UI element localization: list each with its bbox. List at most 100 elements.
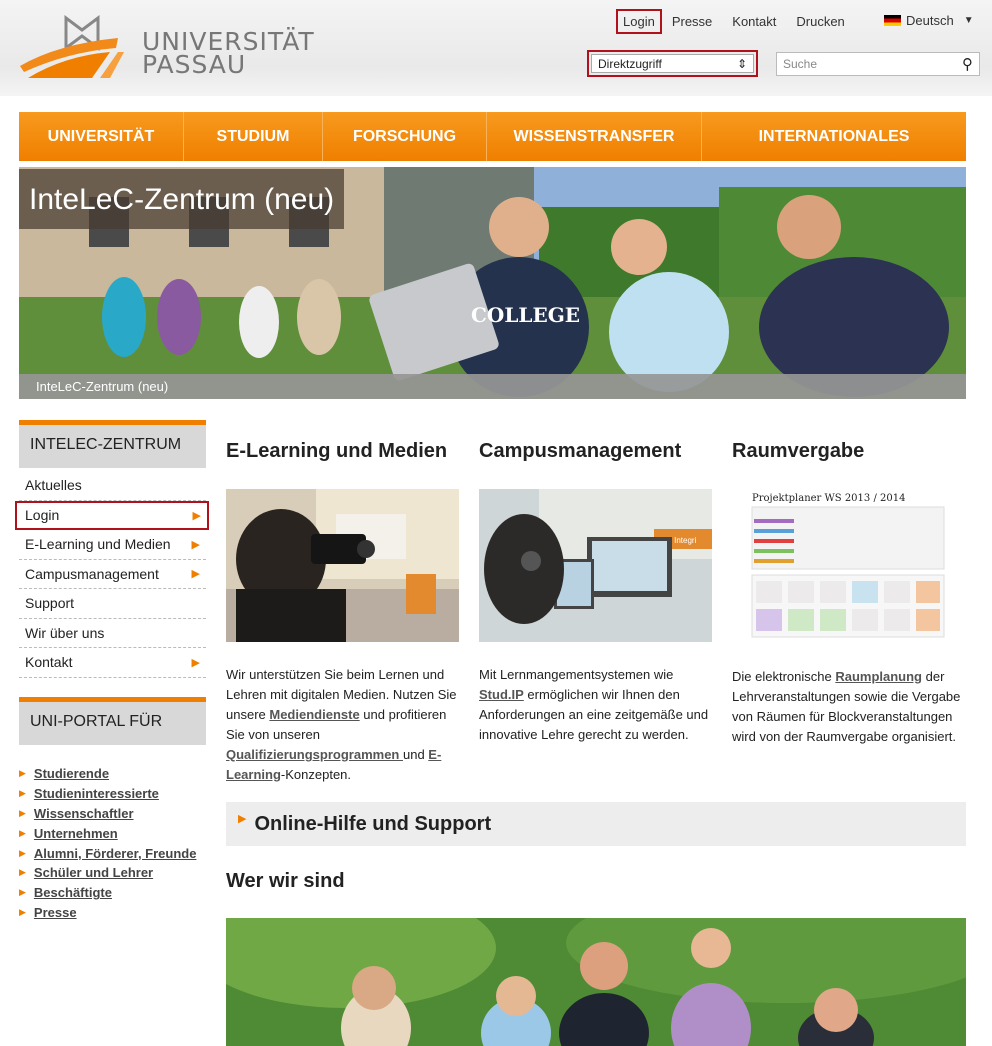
nav-forschung[interactable]: Forschung: [323, 112, 487, 161]
raum-title[interactable]: Raumvergabe: [732, 440, 864, 463]
presse-link[interactable]: Presse: [672, 14, 712, 29]
portal-link-studieninteressierte[interactable]: Studieninteressierte: [34, 786, 159, 801]
search-icon[interactable]: ⚲: [962, 55, 973, 73]
caret-right-icon: ▶: [19, 768, 26, 779]
sidebar-item-campusmanagement[interactable]: Campusmanagement ▶: [19, 560, 206, 589]
campus-text: Mit Lernmangementsystemen wie Stud.IP er…: [479, 665, 714, 745]
portal-link-beschaeftigte[interactable]: Beschäftigte: [34, 885, 112, 900]
text-span: Mit Lernmangementsystemen wie: [479, 667, 674, 682]
logo-line2: PASSAU: [142, 50, 247, 79]
portal-link-item: ▶ Beschäftigte: [19, 883, 209, 903]
raum-image[interactable]: Projektplaner WS 2013 / 2014: [732, 489, 965, 642]
elearning-image[interactable]: [226, 489, 459, 642]
online-help-bar[interactable]: ▶ Online-Hilfe und Support: [226, 802, 966, 846]
nav-studium[interactable]: Studium: [184, 112, 323, 161]
sidebar-item-label: Campusmanagement: [25, 565, 159, 582]
caret-right-icon: ▶: [19, 847, 26, 858]
portal-link-item: ▶ Wissenschaftler: [19, 804, 209, 824]
caret-right-icon: ▶: [19, 788, 26, 799]
text-span: und: [402, 747, 429, 762]
drucken-link[interactable]: Drucken: [796, 14, 844, 29]
sidebar-heading: INTELEC-ZENTRUM: [19, 420, 206, 468]
portal-link-item: ▶ Studieninteressierte: [19, 784, 209, 804]
sidebar-item-label: Support: [25, 595, 75, 612]
portal-links: ▶ Studierende ▶ Studieninteressierte ▶ Wiss…: [19, 764, 209, 922]
direktzugriff-label: Direktzugriff: [598, 56, 662, 71]
university-logo[interactable]: UNIVERSITÄT PASSAU: [18, 8, 314, 82]
wer-wir-sind-heading: Wer wir sind: [226, 870, 345, 892]
sidebar-item-wir-ueber-uns[interactable]: Wir über uns: [19, 619, 206, 648]
team-photo: [226, 918, 966, 1046]
login-link[interactable]: Login: [616, 8, 662, 34]
sidebar-item-label: E-Learning und Medien: [25, 536, 171, 553]
caret-right-icon: ▶: [19, 867, 26, 878]
studip-link[interactable]: Stud.IP: [479, 687, 524, 702]
portal-heading: UNI-PORTAL FÜR: [19, 697, 206, 745]
caret-right-icon: ▶: [19, 887, 26, 898]
german-flag-icon: [884, 15, 901, 26]
computer-user-photo: Der Integri: [479, 489, 712, 642]
campus-title[interactable]: Campusmanagement: [479, 440, 681, 463]
logo-wordmark: UNIVERSITÄT PASSAU: [142, 29, 315, 79]
portal-link-studierende[interactable]: Studierende: [34, 766, 109, 781]
hero-caption: InteLeC-Zentrum (neu): [19, 374, 966, 399]
nav-internationales[interactable]: Internationales: [702, 112, 966, 161]
portal-link-schueler[interactable]: Schüler und Lehrer: [34, 865, 153, 880]
camera-operator-photo: [226, 489, 459, 642]
portal-link-unternehmen[interactable]: Unternehmen: [34, 826, 118, 841]
raum-text: Die elektronische Raumplanung der Lehrve…: [732, 667, 967, 747]
sidebar-item-elearning[interactable]: E-Learning und Medien ▶: [19, 530, 206, 560]
site-header: UNIVERSITÄT PASSAU Login Presse Kontakt …: [0, 0, 992, 96]
campus-image[interactable]: Der Integri: [479, 489, 712, 642]
elearning-title[interactable]: E-Learning und Medien: [226, 440, 447, 463]
nav-universitaet[interactable]: Universität: [19, 112, 184, 161]
portal-link-presse[interactable]: Presse: [34, 905, 77, 920]
planner-title: Projektplaner WS 2013 / 2014: [752, 493, 905, 504]
language-selector[interactable]: Deutsch ▼: [884, 13, 974, 28]
mediendienste-link[interactable]: Mediendienste: [269, 707, 359, 722]
direktzugriff-select[interactable]: Direktzugriff ⇕: [591, 54, 754, 73]
portal-link-item: ▶ Studierende: [19, 764, 209, 784]
main-nav: Universität Studium Forschung Wissenstra…: [19, 112, 966, 161]
sidebar-menu: Aktuelles Login ▶ E-Learning und Medien ▶ …: [15, 471, 209, 678]
hero-title: InteLeC-Zentrum (neu): [19, 169, 345, 229]
sidebar-item-support[interactable]: Support: [19, 589, 206, 619]
team-group-photo: [226, 918, 966, 1046]
portal-link-item: ▶ Alumni, Förderer, Freunde: [19, 843, 209, 863]
caret-right-icon: ▶: [191, 538, 200, 551]
select-arrows-icon: ⇕: [736, 56, 747, 71]
sidebar-item-aktuelles[interactable]: Aktuelles: [19, 471, 206, 501]
qualifizierung-link[interactable]: Qualifizierungsprogrammen: [226, 747, 403, 762]
caret-right-icon: ▶: [238, 812, 247, 825]
raumplanung-link[interactable]: Raumplanung: [835, 669, 922, 684]
portal-link-alumni[interactable]: Alumni, Förderer, Freunde: [34, 846, 197, 861]
elearning-text: Wir unterstützen Sie beim Lernen und Leh…: [226, 665, 461, 785]
nav-wissenstransfer[interactable]: Wissenstransfer: [487, 112, 702, 161]
portal-link-wissenschaftler[interactable]: Wissenschaftler: [34, 806, 134, 821]
sidebar-item-label: Aktuelles: [25, 477, 82, 494]
shirt-text: COLLEGE: [471, 303, 580, 327]
sidebar-item-label: Wir über uns: [25, 624, 105, 641]
text-span: -Konzepten.: [280, 767, 352, 782]
caret-right-icon: ▶: [19, 906, 26, 917]
language-label: Deutsch: [906, 13, 954, 28]
text-span: Die elektronische: [732, 669, 836, 684]
search-input[interactable]: Suche ⚲: [776, 52, 980, 76]
caret-right-icon: ▶: [191, 568, 200, 581]
chevron-down-icon: ▼: [963, 15, 974, 26]
hero-banner: COLLEGE InteLeC-Zentrum (neu) InteLeC-Ze…: [19, 167, 966, 399]
sidebar-item-label: Kontakt: [25, 654, 73, 671]
sidebar-item-login[interactable]: Login ▶: [15, 500, 209, 530]
search-placeholder: Suche: [783, 57, 818, 71]
caret-right-icon: ▶: [191, 656, 200, 669]
direktzugriff-select-frame: Direktzugriff ⇕: [587, 50, 758, 77]
kontakt-link[interactable]: Kontakt: [732, 14, 776, 29]
caret-right-icon: ▶: [19, 827, 26, 838]
online-help-label: Online-Hilfe und Support: [254, 812, 492, 835]
portal-link-item: ▶ Unternehmen: [19, 823, 209, 843]
caret-right-icon: ▶: [192, 509, 201, 522]
sidebar-item-label: Login: [25, 507, 60, 524]
project-planner-image: Projektplaner WS 2013 / 2014: [732, 489, 965, 642]
sidebar-item-kontakt[interactable]: Kontakt ▶: [19, 648, 206, 678]
top-links: Login Presse Kontakt Drucken: [616, 8, 865, 34]
